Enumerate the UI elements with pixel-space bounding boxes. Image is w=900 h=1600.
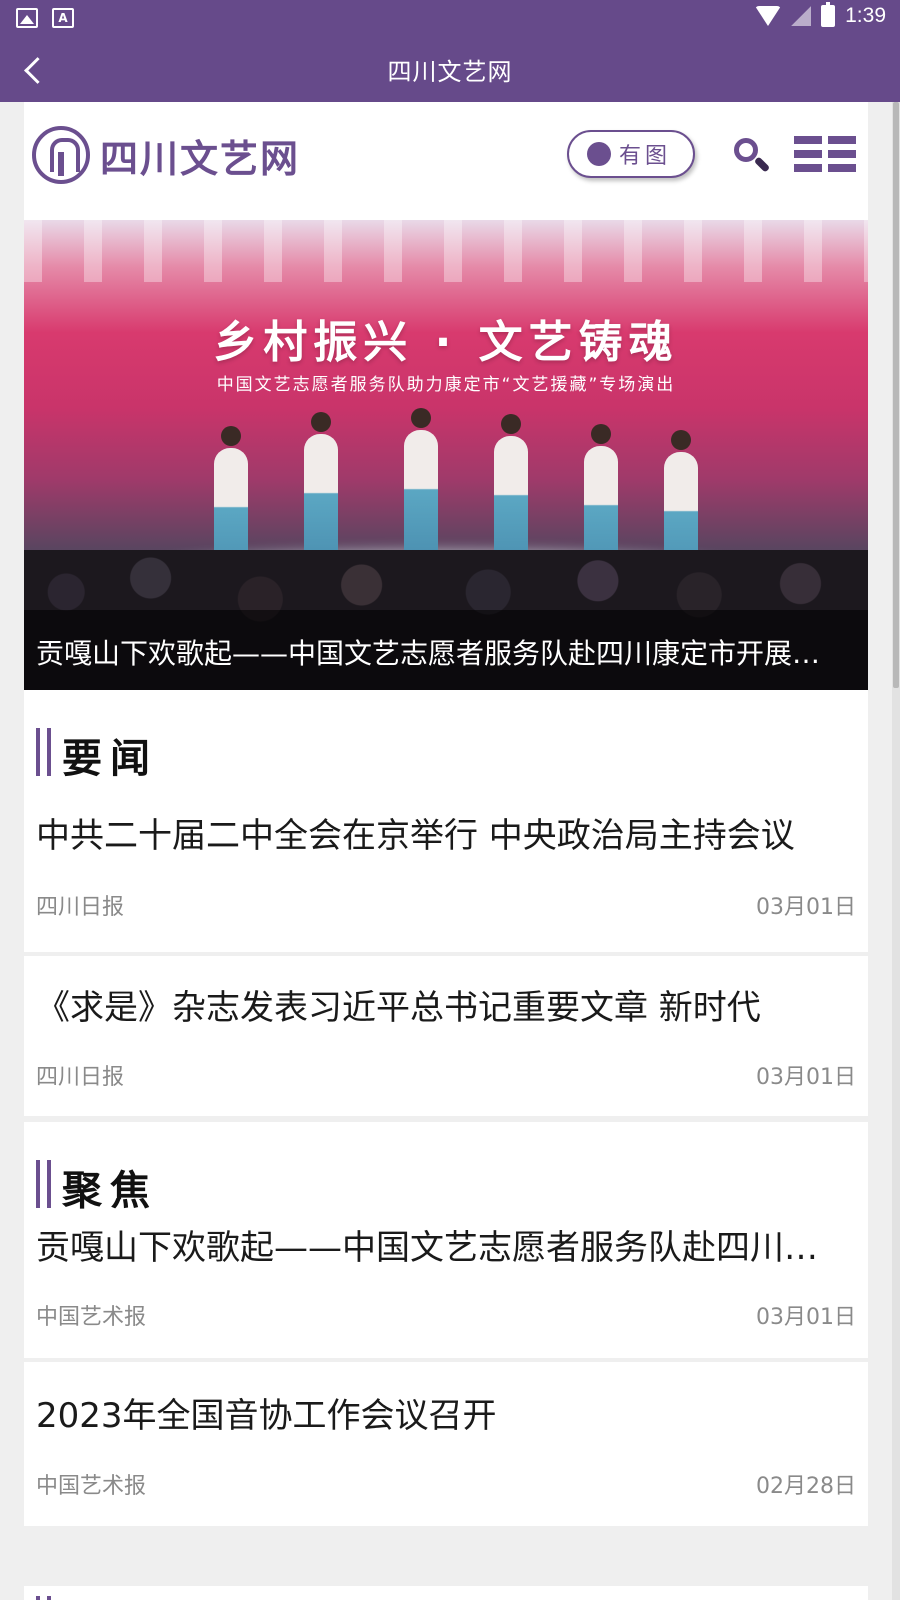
section-marker-icon <box>36 1160 51 1208</box>
logo-text: 四川文艺网 <box>100 136 301 181</box>
notification-icons: A <box>16 8 74 28</box>
section-title: 聚焦 <box>62 1168 158 1214</box>
article-title: 贡嘎山下欢歌起——中国文艺志愿者服务队赴四川康定 <box>36 1228 844 1268</box>
no-signal-icon <box>791 6 812 26</box>
site-header: 四川文艺网 有图 <box>24 102 868 220</box>
dancer-figure <box>404 408 438 560</box>
article-title: 《求是》杂志发表习近平总书记重要文章 新时代 <box>36 988 761 1028</box>
status-time: 1:39 <box>845 4 886 27</box>
article-title: 中共二十届二中全会在京举行 中央政治局主持会议 <box>36 816 795 856</box>
section-marker-icon <box>36 1596 51 1600</box>
dancer-figure <box>304 412 338 564</box>
article-title: 2023年全国音协工作会议召开 <box>36 1396 497 1436</box>
banner-ceiling-lights <box>24 220 868 282</box>
image-notification-icon <box>16 8 38 28</box>
banner-headline: 乡村振兴 · 文艺铸魂 <box>213 317 679 368</box>
font-notification-icon: A <box>52 8 74 28</box>
article-date: 03月01日 <box>756 895 856 920</box>
logo-mark-icon <box>32 126 90 184</box>
section-marker-icon <box>36 728 51 776</box>
image-mode-label: 有图 <box>619 144 672 169</box>
image-mode-toggle[interactable]: 有图 <box>567 130 695 178</box>
section-header: 聚焦 <box>24 1122 868 1218</box>
article-source: 四川日报 <box>36 1065 125 1090</box>
article-date: 02月28日 <box>756 1474 856 1499</box>
list-item[interactable]: 贡嘎山下欢歌起——中国文艺志愿者服务队赴四川康定 中国艺术报 03月01日 <box>24 1218 868 1358</box>
section-title: 要闻 <box>62 736 158 782</box>
dancer-figure <box>494 414 528 566</box>
section-header: 要闻 <box>24 690 868 786</box>
menu-grid-icon[interactable] <box>794 136 856 172</box>
site-logo[interactable]: 四川文艺网 <box>32 126 300 184</box>
wifi-icon <box>755 6 782 26</box>
list-item[interactable]: 中共二十届二中全会在京举行 中央政治局主持会议 四川日报 03月01日 <box>24 786 868 952</box>
status-right: 1:39 <box>755 2 886 28</box>
next-section-peek <box>24 1586 868 1600</box>
app-bar-title: 四川文艺网 <box>387 58 513 86</box>
list-item[interactable]: 《求是》杂志发表习近平总书记重要文章 新时代 四川日报 03月01日 <box>24 956 868 1116</box>
battery-charging-icon <box>821 2 836 27</box>
article-source: 中国艺术报 <box>36 1474 147 1499</box>
scrollbar[interactable] <box>892 102 900 1600</box>
featured-banner[interactable]: 乡村振兴 · 文艺铸魂 中国文艺志愿者服务队助力康定市“文艺援藏”专场演出 贡嘎… <box>24 220 868 690</box>
list-item[interactable]: 2023年全国音协工作会议召开 中国艺术报 02月28日 <box>24 1362 868 1526</box>
article-source: 中国艺术报 <box>36 1305 147 1330</box>
status-bar: A 1:39 <box>0 0 900 36</box>
app-bar: 四川文艺网 <box>0 36 900 102</box>
toggle-knob <box>587 142 611 166</box>
article-date: 03月01日 <box>756 1305 856 1330</box>
article-source: 四川日报 <box>36 895 125 920</box>
web-content[interactable]: 四川文艺网 有图 乡村振兴 · 文艺铸魂 中国文艺志愿者服务队助力康定市“文艺援… <box>24 102 868 1600</box>
section-news: 要闻 中共二十届二中全会在京举行 中央政治局主持会议 四川日报 03月01日 《… <box>24 690 868 1116</box>
search-icon[interactable] <box>732 136 772 176</box>
banner-caption: 贡嘎山下欢歌起——中国文艺志愿者服务队赴四川康定市开展文艺志愿服务活动 <box>36 637 848 670</box>
banner-subline: 中国文艺志愿者服务队助力康定市“文艺援藏”专场演出 <box>216 375 676 395</box>
section-focus: 聚焦 贡嘎山下欢歌起——中国文艺志愿者服务队赴四川康定 中国艺术报 03月01日… <box>24 1122 868 1526</box>
banner-caption-bar: 贡嘎山下欢歌起——中国文艺志愿者服务队赴四川康定市开展文艺志愿服务活动 <box>24 610 868 690</box>
scrollbar-thumb[interactable] <box>893 102 899 688</box>
article-date: 03月01日 <box>756 1065 856 1090</box>
